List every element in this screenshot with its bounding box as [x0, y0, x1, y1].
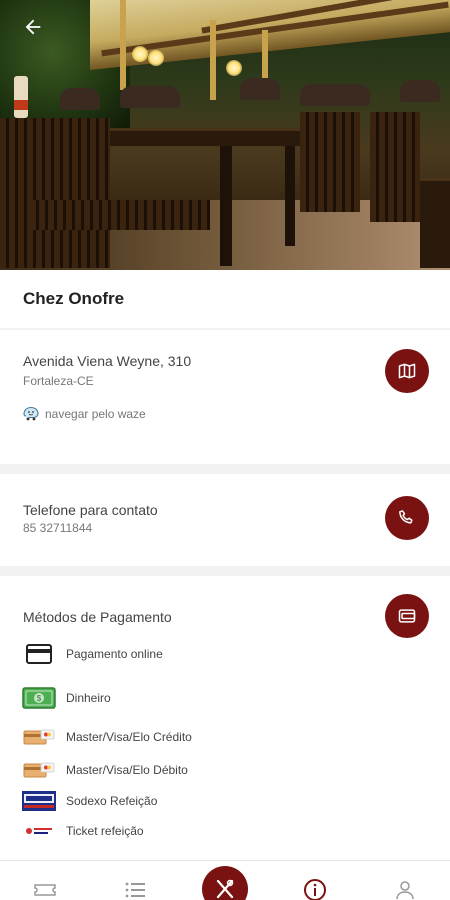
nav-tickets[interactable] [30, 879, 60, 900]
payment-method-cash: $ Dinheiro [22, 687, 111, 709]
payment-button[interactable] [385, 594, 429, 638]
svg-text:$: $ [37, 694, 42, 703]
restaurant-photo [0, 0, 450, 270]
call-button[interactable] [385, 496, 429, 540]
card-brand-icon [23, 762, 55, 778]
payment-method-online: Pagamento online [22, 643, 163, 665]
list-icon [125, 882, 145, 898]
phone-icon [399, 510, 413, 524]
credit-card-icon [26, 644, 52, 664]
cash-icon: $ [22, 687, 56, 709]
restaurant-name: Chez Onofre [23, 289, 125, 308]
info-icon [304, 879, 326, 900]
arrow-left-icon [25, 19, 41, 35]
payment-method-credit: Master/Visa/Elo Crédito [22, 726, 192, 748]
back-button[interactable] [18, 12, 48, 42]
payment-method-label: Master/Visa/Elo Crédito [66, 730, 192, 744]
payment-method-label: Pagamento online [66, 647, 163, 661]
restaurant-info-screen: Chez Onofre Avenida Viena Weyne, 310 For… [0, 0, 450, 900]
waze-label: navegar pelo waze [45, 406, 146, 421]
payment-method-debit: Master/Visa/Elo Débito [22, 759, 188, 781]
payment-method-label: Dinheiro [66, 691, 111, 705]
payment-title: Métodos de Pagamento [23, 609, 172, 625]
restaurant-name-card: Chez Onofre [0, 270, 450, 328]
address-line1: Avenida Viena Weyne, 310 [23, 353, 192, 369]
waze-icon [23, 406, 39, 421]
contact-phone: 85 32711844 [23, 521, 93, 535]
map-button[interactable] [385, 349, 429, 393]
wallet-icon [398, 609, 416, 623]
nav-info[interactable] [300, 879, 330, 900]
payment-method-label: Master/Visa/Elo Débito [66, 763, 188, 777]
nav-menu[interactable] [120, 879, 150, 900]
payment-card: Métodos de Pagamento Pagamento online $ … [0, 576, 450, 860]
map-icon [398, 363, 416, 379]
address-line2: Fortaleza-CE [23, 374, 94, 388]
contact-card: Telefone para contato 85 32711844 [0, 474, 450, 566]
nav-profile[interactable] [390, 879, 420, 900]
waze-link[interactable]: navegar pelo waze [23, 406, 146, 421]
payment-method-sodexo: Sodexo Refeição [22, 790, 157, 812]
payment-method-ticket: Ticket refeição [22, 820, 144, 842]
payment-method-label: Ticket refeição [66, 824, 144, 838]
payment-method-label: Sodexo Refeição [66, 794, 158, 808]
card-brand-icon [23, 729, 55, 745]
ticket-icon [34, 884, 56, 896]
contact-label: Telefone para contato [23, 502, 158, 518]
user-icon [396, 881, 414, 900]
address-card: Avenida Viena Weyne, 310 Fortaleza-CE na… [0, 330, 450, 464]
ticket-icon [26, 828, 52, 834]
cutlery-icon [216, 879, 234, 899]
sodexo-icon [22, 791, 56, 811]
